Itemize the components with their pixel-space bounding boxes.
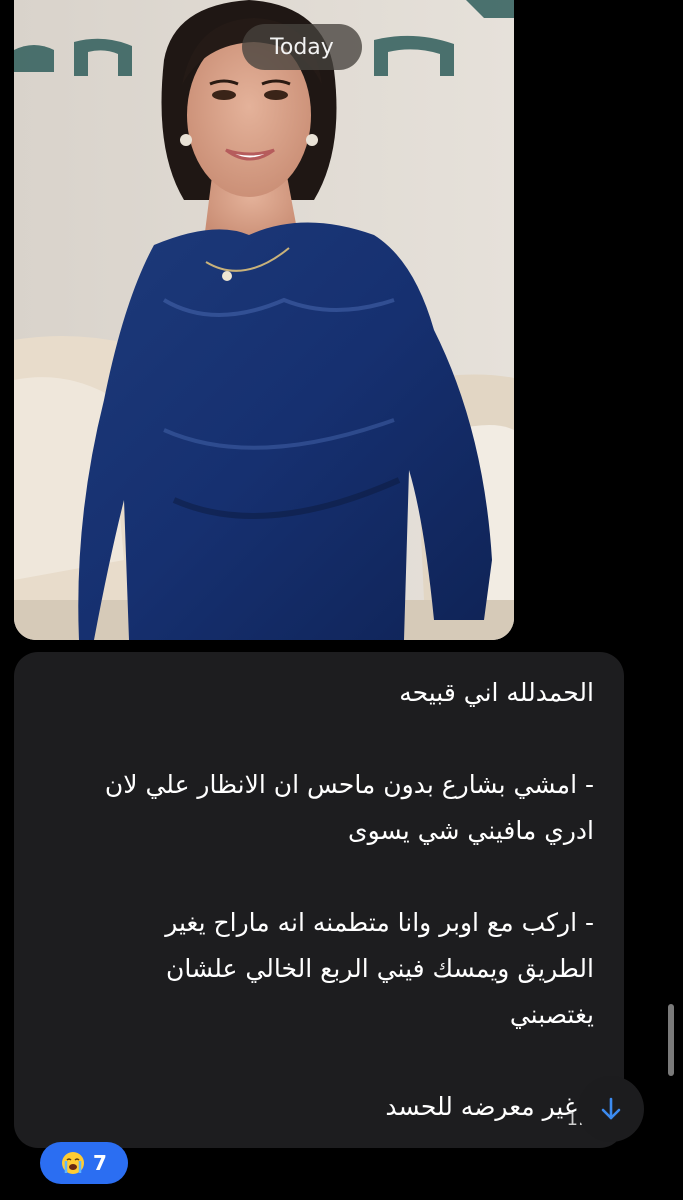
message-line: - اركب مع اوبر وانا متطمنه انه ماراح يغي… <box>165 908 594 937</box>
message-line: - غير معرضه للحسد <box>385 1092 594 1121</box>
message-line: الطريق ويمسك فيني الربع الخالي علشان <box>165 954 594 983</box>
message-bubble[interactable]: الحمدلله اني قبيحه - امشي بشارع بدون ماح… <box>14 652 624 1148</box>
reaction-badge[interactable]: 7 <box>40 1142 128 1184</box>
reaction-count: 7 <box>93 1151 107 1175</box>
photo-message[interactable] <box>14 0 514 640</box>
scroll-to-bottom-button[interactable] <box>578 1076 644 1142</box>
loudly-crying-face-icon <box>62 1152 85 1174</box>
message-line: ادري مافيني شي يسوى <box>348 816 594 845</box>
photo-image <box>14 0 514 640</box>
arrow-down-icon <box>601 1097 621 1120</box>
chat-screen: Today الحمدلله اني قبيحه - امشي بشارع بد… <box>0 0 683 1200</box>
scrollbar[interactable] <box>668 1004 674 1076</box>
message-line: - امشي بشارع بدون ماحس ان الانظار علي لا… <box>104 770 594 799</box>
date-separator: Today <box>242 24 362 70</box>
message-line: يغتصبني <box>509 1000 594 1029</box>
message-line: الحمدلله اني قبيحه <box>399 678 594 707</box>
